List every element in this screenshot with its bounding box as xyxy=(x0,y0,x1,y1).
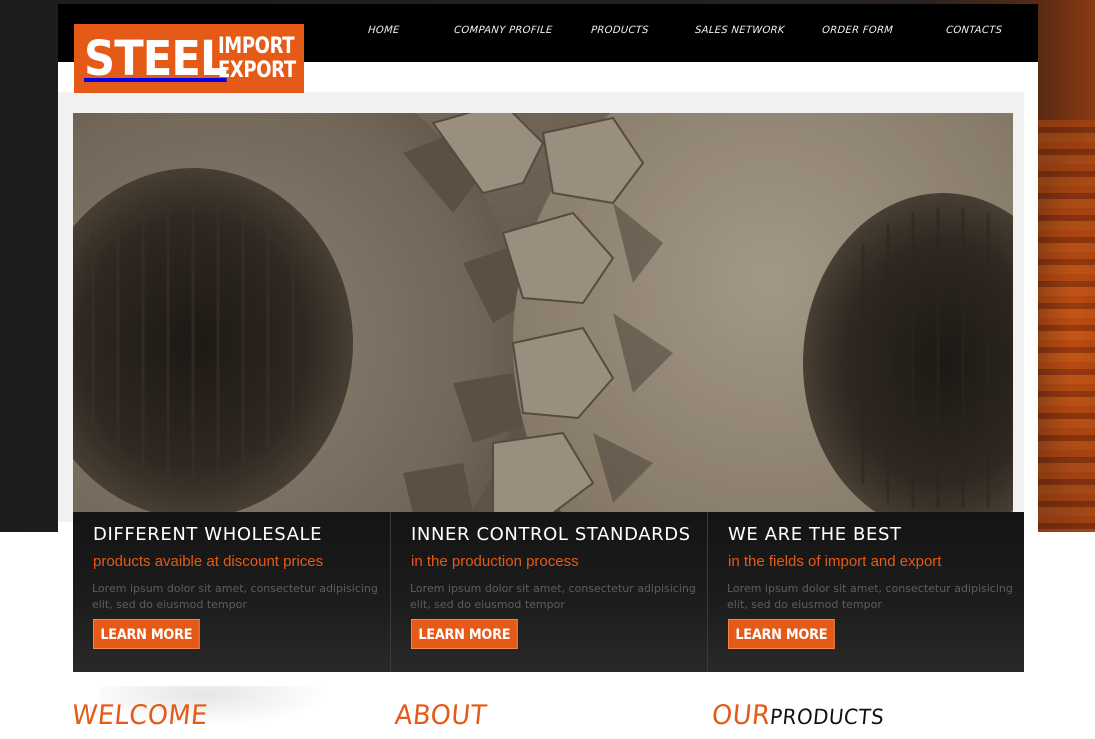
feature-title: WE ARE THE BEST xyxy=(728,524,902,545)
learn-more-button[interactable]: LEARN MORE xyxy=(93,619,200,649)
feature-text: Lorem ipsum dolor sit amet, consectetur … xyxy=(410,582,696,611)
nav-products[interactable]: PRODUCTS xyxy=(591,25,649,36)
site-container: HOME COMPANY PROFILE PRODUCTS SALES NETW… xyxy=(58,4,1038,532)
logo-sub-text: IMPORT EXPORT xyxy=(218,35,296,83)
feature-text: Lorem ipsum dolor sit amet, consectetur … xyxy=(92,582,378,611)
feature-panel-standards: INNER CONTROL STANDARDS in the productio… xyxy=(391,512,708,672)
about-heading: ABOUT xyxy=(393,700,489,731)
our-heading-part: OUR xyxy=(710,700,772,731)
hero-stage xyxy=(58,92,1024,522)
learn-more-button[interactable]: LEARN MORE xyxy=(411,619,518,649)
feature-panel-wholesale: DIFFERENT WHOLESALE products avaible at … xyxy=(73,512,391,672)
feature-panels: DIFFERENT WHOLESALE products avaible at … xyxy=(73,512,1024,672)
nav-order-form[interactable]: ORDER FORM xyxy=(822,25,894,36)
feature-subtitle: in the fields of import and export xyxy=(728,553,942,570)
products-heading-part: PRODUCTS xyxy=(768,705,886,729)
learn-more-button[interactable]: LEARN MORE xyxy=(728,619,835,649)
feature-title: INNER CONTROL STANDARDS xyxy=(411,524,691,545)
nav-company-profile[interactable]: COMPANY PROFILE xyxy=(454,25,553,36)
our-products-heading: OURPRODUCTS xyxy=(710,700,885,731)
nav-sales-network[interactable]: SALES NETWORK xyxy=(695,25,785,36)
feature-panel-best: WE ARE THE BEST in the fields of import … xyxy=(708,512,1024,672)
logo-line-export: EXPORT xyxy=(218,58,296,83)
welcome-heading: WELCOME xyxy=(70,700,210,731)
nav-home[interactable]: HOME xyxy=(368,25,400,36)
feature-text: Lorem ipsum dolor sit amet, consectetur … xyxy=(727,582,1013,611)
feature-subtitle: products avaible at discount prices xyxy=(93,553,324,570)
logo-main-text: STEEL xyxy=(84,30,228,87)
site-logo[interactable]: STEEL IMPORT EXPORT xyxy=(74,24,304,93)
feature-title: DIFFERENT WHOLESALE xyxy=(93,524,323,545)
hero-gears-image xyxy=(73,113,1013,513)
feature-subtitle: in the production process xyxy=(411,553,579,570)
logo-line-import: IMPORT xyxy=(218,34,295,59)
nav-contacts[interactable]: CONTACTS xyxy=(946,25,1003,36)
